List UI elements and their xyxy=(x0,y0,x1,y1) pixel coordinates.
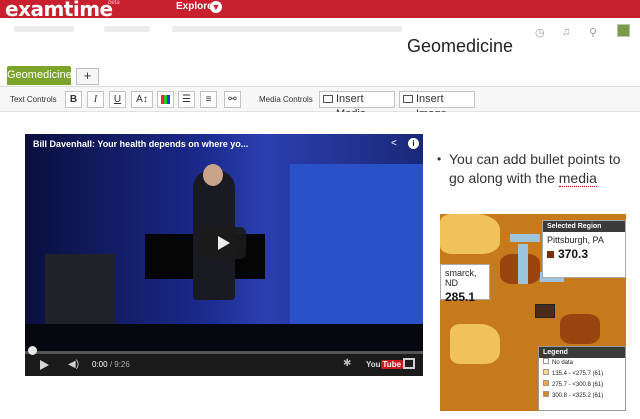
fullscreen-icon[interactable] xyxy=(403,358,415,369)
map-image[interactable]: smarck, ND 285.1 Selected Region Pittsbu… xyxy=(440,214,626,411)
faded-nav-item xyxy=(172,26,402,32)
faded-nav-item xyxy=(104,26,150,32)
popup-right-value: 370.3 xyxy=(543,245,625,261)
video-title[interactable]: Bill Davenhall: Your health depends on w… xyxy=(33,139,248,149)
legend-swatch xyxy=(543,380,549,386)
bullet-list-icon: ☰ xyxy=(182,94,191,105)
legend-swatch xyxy=(543,391,549,397)
progress-bar[interactable] xyxy=(25,351,423,354)
image-icon xyxy=(403,95,413,103)
explore-menu[interactable]: Explore xyxy=(176,0,213,14)
add-tab-button[interactable]: + xyxy=(76,68,99,85)
legend-header: Legend xyxy=(539,347,625,358)
link-icon: ⚯ xyxy=(228,94,237,105)
italic-button[interactable]: I xyxy=(87,91,104,108)
bell-icon[interactable]: ♫ xyxy=(562,26,570,38)
settings-icon[interactable]: ✱ xyxy=(343,358,351,369)
time-display: 0:00 / 9:26 xyxy=(92,360,130,369)
numbered-list-button[interactable]: ≡ xyxy=(200,91,217,108)
avatar[interactable] xyxy=(617,24,630,37)
legend-label: 300.8 - <325.2 (61) xyxy=(552,393,604,399)
legend-swatch xyxy=(543,358,549,364)
search-icon[interactable]: ⚲ xyxy=(589,26,597,39)
popup-left-city: smarck, ND xyxy=(445,268,477,288)
info-icon[interactable]: i xyxy=(408,138,419,149)
page-title: Geomedicine xyxy=(407,36,514,56)
bullet-point-icon: • xyxy=(437,152,442,166)
video-player[interactable]: Bill Davenhall: Your health depends on w… xyxy=(25,134,423,376)
tab-bar: Geomedicine + xyxy=(0,66,640,86)
legend-label: 275.7 - <300.8 (61) xyxy=(552,382,604,388)
map-lake xyxy=(510,234,540,242)
popup-left: smarck, ND 285.1 xyxy=(440,264,490,304)
map-region-dark xyxy=(560,314,600,344)
popup-header: Selected Region xyxy=(543,221,625,232)
clock-icon[interactable]: ◷ xyxy=(535,26,545,39)
video-floor xyxy=(25,324,423,354)
selected-region-popup: Selected Region Pittsburgh, PA 370.3 xyxy=(542,220,626,278)
arrow-down-circle-icon[interactable]: ▼ xyxy=(210,1,222,13)
duration: / 9:26 xyxy=(109,360,130,369)
play-button[interactable] xyxy=(200,227,246,259)
legend-row: 300.8 - <325.2 (61) xyxy=(539,391,625,402)
progress-handle[interactable] xyxy=(28,346,37,355)
popup-right-city: Pittsburgh, PA xyxy=(547,235,604,245)
video-lectern xyxy=(45,254,115,324)
legend-label: 135.4 - <275.7 (61) xyxy=(552,371,604,377)
faded-nav-item xyxy=(14,26,74,32)
film-icon xyxy=(323,95,333,103)
bullet-text-misspelled: media xyxy=(558,170,597,187)
insert-image-button[interactable]: Insert Image xyxy=(399,91,475,120)
video-controls xyxy=(25,352,423,376)
popup-right-value-text: 370.3 xyxy=(558,247,589,261)
bullet-text: You can add bullet points to go along wi… xyxy=(449,150,639,188)
volume-icon[interactable]: ◀) xyxy=(68,359,79,370)
control-play-icon[interactable] xyxy=(40,360,49,370)
video-backdrop xyxy=(290,164,423,334)
bold-button[interactable]: B xyxy=(65,91,82,108)
editor-toolbar: Text Controls B I U A↕ ☰ ≡ ⚯ Media Contr… xyxy=(0,86,640,120)
youtube-logo[interactable]: You Tube xyxy=(366,360,404,369)
insert-media-button[interactable]: Insert Media xyxy=(319,91,395,120)
link-button[interactable]: ⚯ xyxy=(224,91,241,108)
value-swatch xyxy=(547,251,554,258)
popup-left-value: 285.1 xyxy=(445,290,476,304)
share-icon[interactable]: < xyxy=(391,138,397,149)
map-region-light xyxy=(440,214,500,254)
bullet-list-button[interactable]: ☰ xyxy=(178,91,195,108)
font-size-button[interactable]: A↕ xyxy=(131,91,153,108)
legend-row: No data xyxy=(539,358,625,369)
color-picker-button[interactable] xyxy=(157,91,174,108)
tab-geomedicine[interactable]: Geomedicine xyxy=(7,66,72,85)
beta-badge: beta xyxy=(108,0,120,6)
palette-icon xyxy=(161,95,170,104)
top-nav-bar: examtime beta Explore ▼ xyxy=(0,0,640,21)
numbered-list-icon: ≡ xyxy=(205,94,212,105)
current-time: 0:00 xyxy=(92,360,108,369)
text-controls-label: Text Controls xyxy=(10,95,57,104)
legend-row: 275.7 - <300.8 (61) xyxy=(539,380,625,391)
map-lake xyxy=(518,244,528,284)
underline-button[interactable]: U xyxy=(109,91,126,108)
media-controls-label: Media Controls xyxy=(259,95,313,104)
selected-region[interactable] xyxy=(535,304,555,318)
legend-swatch xyxy=(543,369,549,375)
legend-label: No data xyxy=(552,360,574,366)
map-region-light xyxy=(450,324,500,364)
video-speaker-head xyxy=(203,164,223,186)
legend-row: 135.4 - <275.7 (61) xyxy=(539,369,625,380)
map-legend: Legend No data 135.4 - <275.7 (61) 275.7… xyxy=(538,346,626,411)
